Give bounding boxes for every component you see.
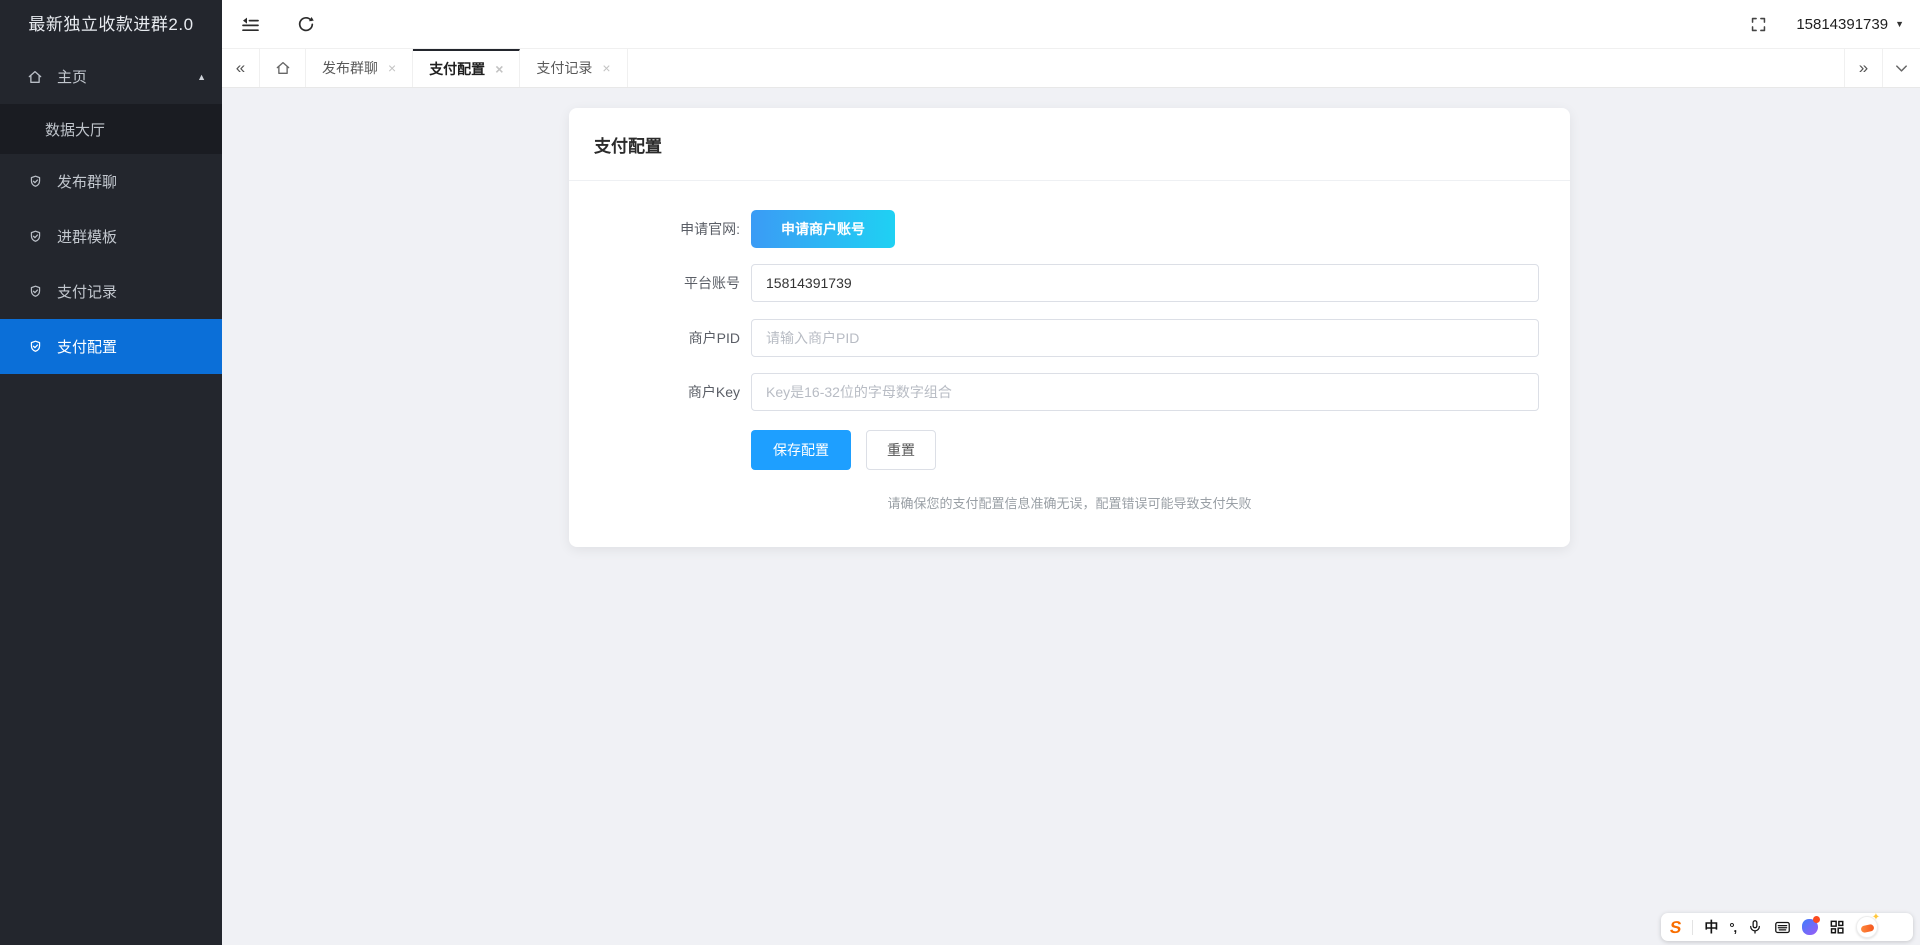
sidebar-item-label: 支付记录	[57, 281, 117, 302]
shield-check-icon	[27, 174, 43, 190]
chinese-mode-icon[interactable]: 中	[1704, 917, 1718, 937]
tray-divider	[1692, 920, 1693, 935]
platform-account-input[interactable]	[751, 264, 1539, 302]
app-title: 最新独立收款进群2.0	[0, 0, 222, 49]
topbar-right: 15814391739 ▼	[1730, 0, 1920, 48]
official-site-label: 申请官网:	[569, 219, 740, 239]
payment-config-form: 申请官网: 申请商户账号 平台账号 商户PID 商户Key	[569, 181, 1570, 512]
skin-blob-icon[interactable]	[1802, 919, 1818, 935]
shield-check-icon	[27, 284, 43, 300]
form-row-merchant-pid: 商户PID	[569, 319, 1570, 357]
form-row-actions: 保存配置 重置	[569, 430, 1570, 470]
save-config-button[interactable]: 保存配置	[751, 430, 851, 470]
form-row-official: 申请官网: 申请商户账号	[569, 210, 1570, 248]
sidebar-item-label: 进群模板	[57, 226, 117, 247]
form-row-merchant-key: 商户Key	[569, 373, 1570, 411]
tabbar-spacer	[628, 49, 1844, 87]
sidebar: 最新独立收款进群2.0 主页 ▲ 数据大厅 发布群聊	[0, 0, 222, 945]
punctuation-icon[interactable]: °,	[1729, 920, 1736, 935]
sidebar-item-label: 主页	[57, 66, 87, 87]
sidebar-item-label: 支付配置	[57, 336, 117, 357]
home-icon	[27, 69, 43, 85]
refresh-icon	[297, 15, 315, 33]
merchant-pid-input[interactable]	[751, 319, 1539, 357]
chevron-down-icon	[1894, 61, 1909, 76]
refresh-button[interactable]	[278, 0, 334, 48]
close-icon[interactable]: ×	[388, 60, 396, 76]
sidebar-item-label: 发布群聊	[57, 171, 117, 192]
content-area: 支付配置 申请官网: 申请商户账号 平台账号 商户PID 商户Key	[222, 89, 1920, 945]
account-name: 15814391739	[1796, 16, 1888, 33]
tab-label: 支付配置	[429, 59, 485, 79]
home-icon	[275, 60, 291, 76]
caret-down-icon: ▼	[1895, 19, 1904, 29]
close-icon[interactable]: ×	[602, 60, 610, 76]
tab-payment-config[interactable]: 支付配置 ×	[413, 49, 520, 87]
sidebar-menu: 主页 ▲ 数据大厅 发布群聊 进群模板	[0, 49, 222, 374]
account-dropdown[interactable]: 15814391739 ▼	[1786, 0, 1920, 48]
card-header: 支付配置	[569, 108, 1570, 181]
keyboard-icon[interactable]	[1774, 919, 1791, 936]
tabbar: « 发布群聊 × 支付配置 × 支付记录 × »	[222, 49, 1920, 88]
tab-label: 发布群聊	[322, 58, 378, 78]
close-icon[interactable]: ×	[495, 61, 503, 77]
app-window: 最新独立收款进群2.0 主页 ▲ 数据大厅 发布群聊	[0, 0, 1920, 945]
tab-scroll-left-button[interactable]: «	[222, 49, 260, 87]
ai-face-icon[interactable]: ✦	[1856, 916, 1878, 938]
sidebar-item-label: 数据大厅	[45, 119, 105, 140]
sparkle-icon: ✦	[1872, 912, 1880, 923]
topbar: 15814391739 ▼	[222, 0, 1920, 49]
ime-toolbar: S 中 °, ✦	[1661, 913, 1913, 941]
reset-button[interactable]: 重置	[866, 430, 936, 470]
fullscreen-icon	[1750, 16, 1767, 33]
chevron-up-icon: ▲	[197, 72, 206, 82]
sidebar-item-home[interactable]: 主页 ▲	[0, 49, 222, 104]
toolbox-grid-icon[interactable]	[1829, 919, 1845, 935]
sidebar-item-payment-records[interactable]: 支付记录	[0, 264, 222, 319]
tab-publish-group[interactable]: 发布群聊 ×	[306, 49, 413, 87]
menu-fold-button[interactable]	[222, 0, 278, 48]
face-shape	[1861, 924, 1875, 934]
shield-check-icon	[27, 229, 43, 245]
form-row-platform-account: 平台账号	[569, 264, 1570, 302]
apply-merchant-account-button[interactable]: 申请商户账号	[751, 210, 895, 248]
shield-check-icon	[27, 339, 43, 355]
sogou-logo-icon[interactable]: S	[1669, 919, 1683, 936]
tab-scroll-right-button[interactable]: »	[1844, 49, 1882, 87]
merchant-key-input[interactable]	[751, 373, 1539, 411]
form-note: 请确保您的支付配置信息准确无误，配置错误可能导致支付失败	[569, 493, 1570, 512]
sidebar-item-payment-config[interactable]: 支付配置	[0, 319, 222, 374]
merchant-pid-label: 商户PID	[569, 328, 740, 348]
merchant-key-label: 商户Key	[569, 382, 740, 402]
sidebar-item-data-hall[interactable]: 数据大厅	[0, 104, 222, 154]
tab-home[interactable]	[260, 49, 306, 87]
microphone-icon[interactable]	[1747, 919, 1763, 935]
tab-menu-button[interactable]	[1882, 49, 1920, 87]
tab-label: 支付记录	[536, 58, 592, 78]
fullscreen-button[interactable]	[1730, 0, 1786, 48]
payment-config-card: 支付配置 申请官网: 申请商户账号 平台账号 商户PID 商户Key	[569, 108, 1570, 547]
card-title: 支付配置	[594, 132, 662, 157]
platform-account-label: 平台账号	[569, 273, 740, 293]
sidebar-item-publish-group[interactable]: 发布群聊	[0, 154, 222, 209]
sidebar-item-group-template[interactable]: 进群模板	[0, 209, 222, 264]
tab-payment-records[interactable]: 支付记录 ×	[520, 49, 627, 87]
menu-fold-icon	[241, 15, 260, 34]
